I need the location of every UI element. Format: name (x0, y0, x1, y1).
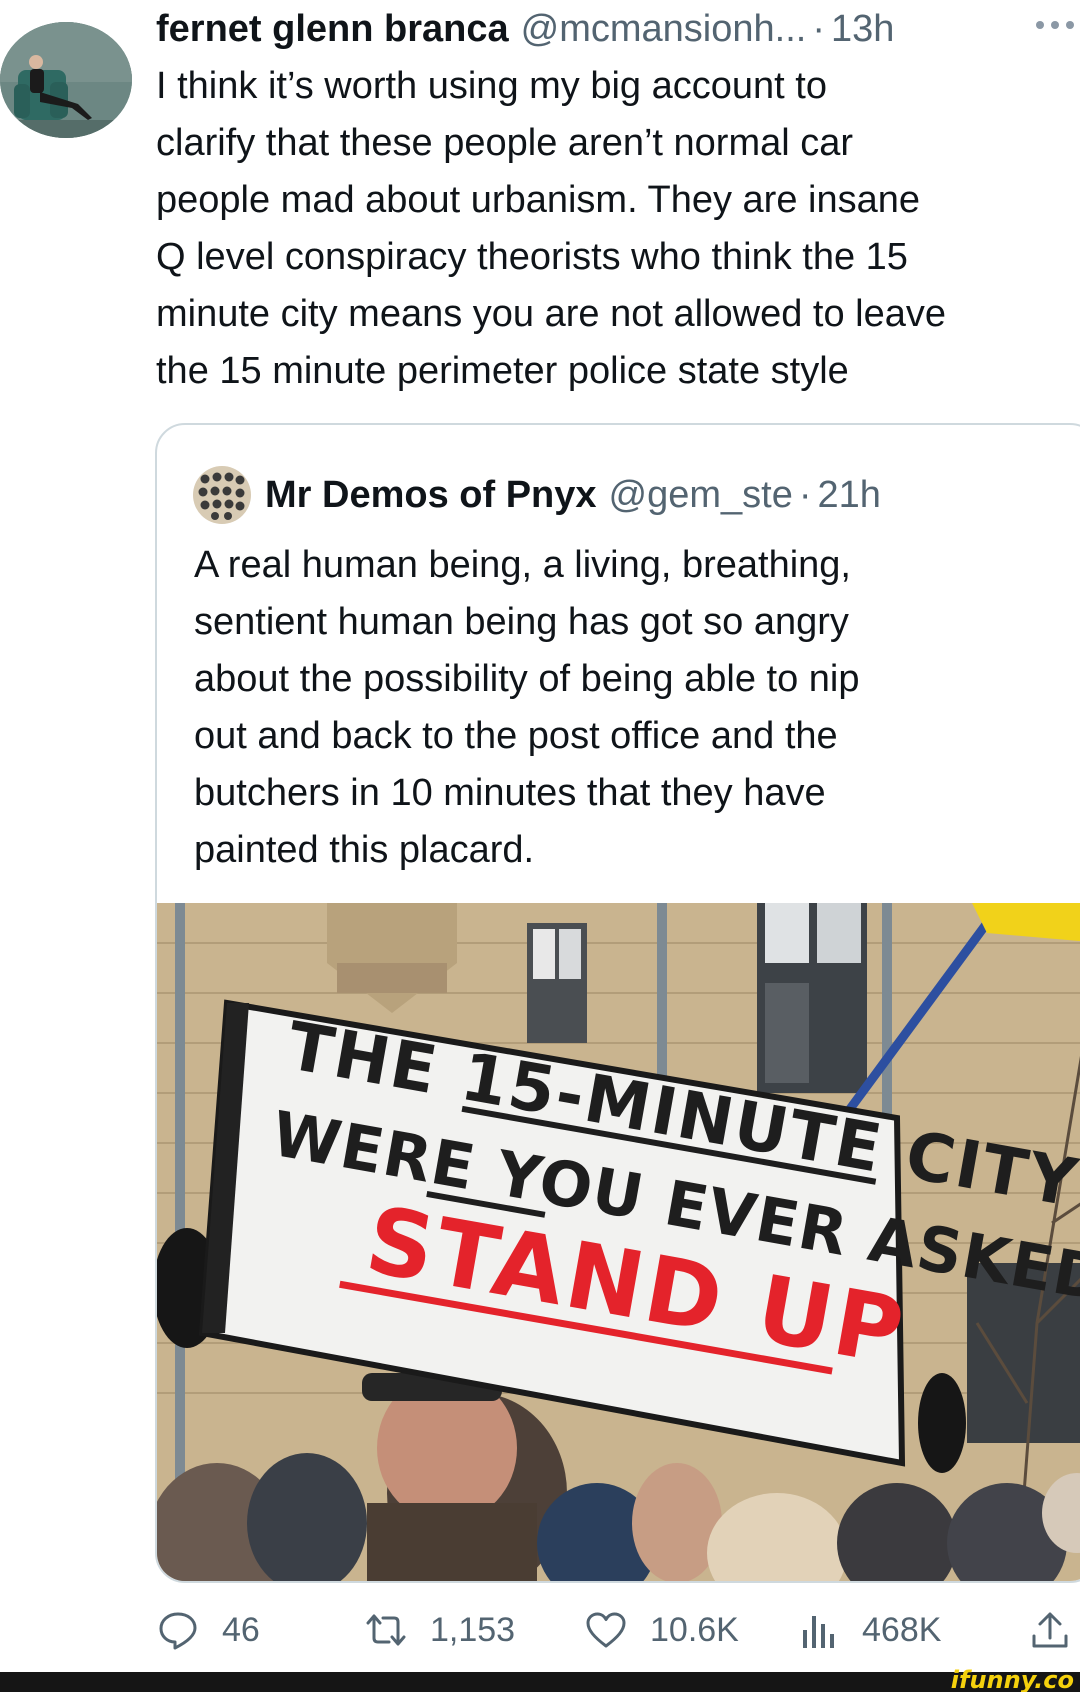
ifunny-watermark: ifunny.co (950, 1666, 1074, 1692)
quote-line: sentient human being has got so angry (194, 601, 849, 643)
quoted-tweet-header: Mr Demos of Pnyx @gem_ste · 21h (193, 466, 881, 524)
like-count: 10.6K (650, 1610, 739, 1649)
quote-line: out and back to the post office and the (194, 715, 838, 757)
ellipsis-icon[interactable] (1034, 18, 1076, 32)
tweet-header: fernet glenn branca @mcmansionh... · 13h (156, 4, 1056, 54)
views-count: 468K (862, 1610, 942, 1649)
tweet-line: people mad about urbanism. They are insa… (156, 179, 921, 221)
tweet-line: I think it’s worth using my big account … (156, 65, 827, 107)
share-button[interactable] (1028, 1600, 1072, 1660)
like-button[interactable]: 10.6K (584, 1600, 739, 1660)
share-icon (1032, 1612, 1068, 1648)
watermark-bar: ifunny.co (0, 1666, 1080, 1692)
tweet-line: the 15 minute perimeter police state sty… (156, 350, 849, 392)
reply-icon (159, 1612, 197, 1650)
quoted-tweet-card[interactable]: Mr Demos of Pnyx @gem_ste · 21h A real h… (155, 423, 1080, 1583)
quoted-tweet-timestamp[interactable]: 21h (818, 474, 881, 517)
tweet-line: clarify that these people aren’t normal … (156, 122, 854, 164)
reply-button[interactable]: 46 (156, 1600, 260, 1660)
tweet-actions: 46 1,153 10.6K 468K (156, 1600, 1080, 1660)
views-icon (803, 1616, 834, 1648)
quoted-tweet-body: A real human being, a living, breathing,… (194, 537, 1054, 879)
retweet-icon (366, 1614, 406, 1646)
avatar-image (0, 22, 132, 138)
quoted-author-handle[interactable]: @gem_ste (609, 474, 793, 517)
quoted-author-avatar[interactable] (193, 466, 251, 524)
quote-line: butchers in 10 minutes that they have (194, 772, 826, 814)
tweet-line: minute city means you are not allowed to… (156, 293, 946, 335)
quote-line: painted this placard. (194, 829, 535, 871)
quoted-author-display-name[interactable]: Mr Demos of Pnyx (265, 474, 597, 517)
retweet-count: 1,153 (430, 1610, 516, 1649)
tweet-line: Q level conspiracy theorists who think t… (156, 236, 908, 278)
author-display-name[interactable]: fernet glenn branca (156, 4, 509, 54)
quote-line: A real human being, a living, breathing, (194, 544, 851, 586)
author-avatar[interactable] (0, 22, 132, 138)
separator-dot: · (812, 8, 825, 50)
author-handle[interactable]: @mcmansionh... (521, 4, 807, 54)
reply-count: 46 (222, 1610, 260, 1649)
separator-dot: · (798, 473, 812, 516)
tweet-body: I think it’s worth using my big account … (156, 58, 1080, 400)
views-button[interactable]: 468K (796, 1600, 941, 1660)
protest-photo[interactable]: THE 15-MINUTE CITY WERE YOU EVER ASKED? … (157, 903, 1080, 1581)
retweet-button[interactable]: 1,153 (364, 1600, 515, 1660)
heart-icon (586, 1612, 626, 1648)
tweet-timestamp[interactable]: 13h (831, 4, 894, 54)
quote-line: about the possibility of being able to n… (194, 658, 860, 700)
